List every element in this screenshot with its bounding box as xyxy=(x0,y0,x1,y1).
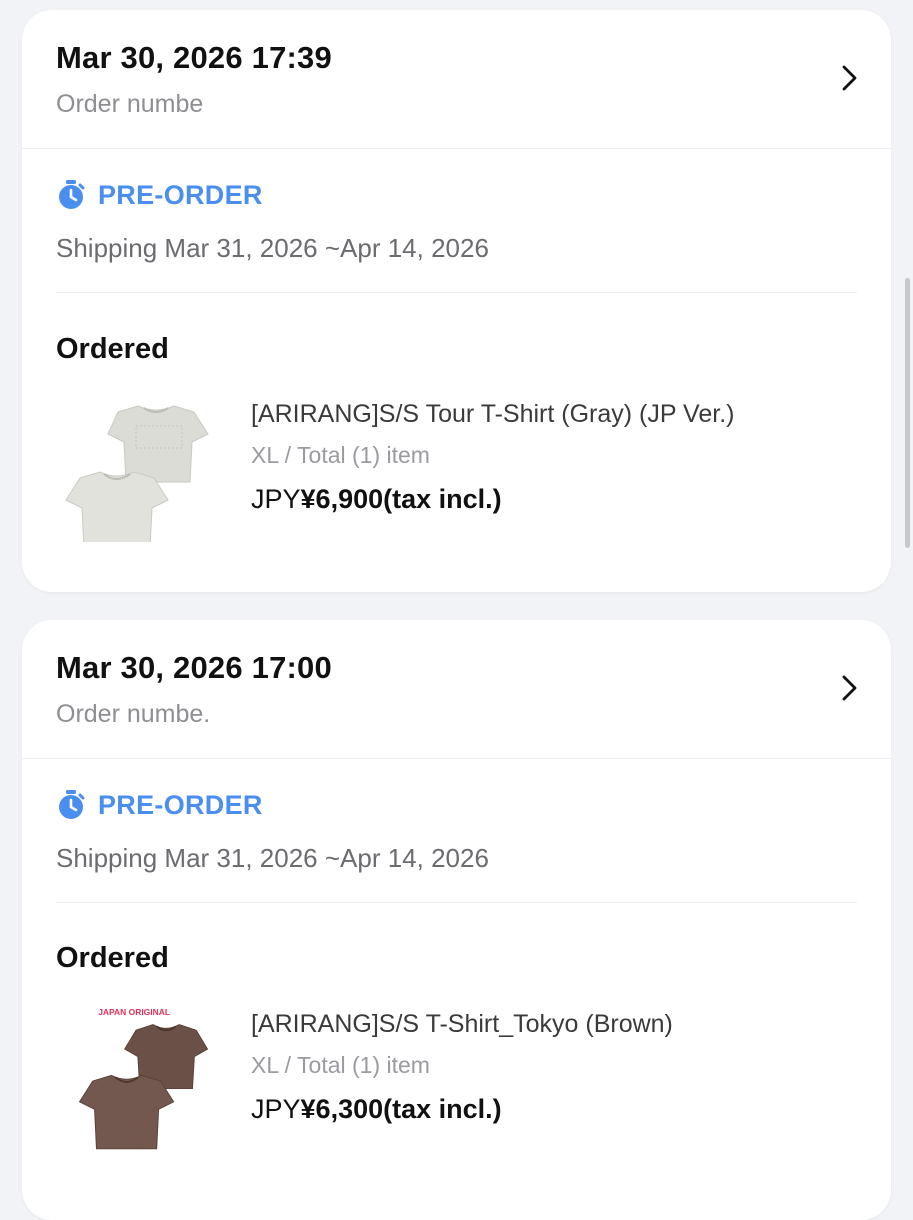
ordered-heading: Ordered xyxy=(56,942,169,974)
currency-label: JPY xyxy=(251,1094,301,1124)
gray-tshirt-image[interactable] xyxy=(56,382,216,542)
order-date: Mar 30, 2026 17:39 xyxy=(56,40,332,75)
pre-order-badge: PRE-ORDER xyxy=(98,179,263,210)
order-header[interactable]: Mar 30, 2026 17:00 Order numbe. xyxy=(22,620,891,759)
pre-order-badge: PRE-ORDER xyxy=(98,789,263,820)
product-price: JPY¥6,300(tax incl.) xyxy=(251,1094,502,1125)
order-number: Order numbe xyxy=(56,90,204,118)
order-card[interactable]: Mar 30, 2026 17:39 Order numbe PRE-ORDER… xyxy=(22,10,891,592)
shipping-dates: Shipping Mar 31, 2026 ~Apr 14, 2026 xyxy=(56,233,489,263)
chevron-right-icon[interactable] xyxy=(835,62,863,94)
stopwatch-icon xyxy=(59,180,85,209)
price-amount: ¥6,900(tax incl.) xyxy=(300,484,502,514)
order-date: Mar 30, 2026 17:00 xyxy=(56,650,332,685)
order-header[interactable]: Mar 30, 2026 17:39 Order numbe xyxy=(22,10,891,149)
currency-label: JPY xyxy=(251,484,301,514)
shipping-status: PRE-ORDER Shipping Mar 31, 2026 ~Apr 14,… xyxy=(56,149,857,293)
japan-original-label: JAPAN ORIGINAL xyxy=(98,1007,170,1017)
order-number: Order numbe. xyxy=(56,700,211,728)
scrollbar-thumb[interactable] xyxy=(905,278,910,548)
shipping-status: PRE-ORDER Shipping Mar 31, 2026 ~Apr 14,… xyxy=(56,759,857,903)
product-name[interactable]: [ARIRANG]S/S Tour T-Shirt (Gray) (JP Ver… xyxy=(251,400,734,429)
product-name[interactable]: [ARIRANG]S/S T-Shirt_Tokyo (Brown) xyxy=(251,1010,673,1039)
price-amount: ¥6,300(tax incl.) xyxy=(300,1094,502,1124)
stopwatch-icon xyxy=(59,790,85,819)
product-price: JPY¥6,900(tax incl.) xyxy=(251,484,502,515)
chevron-right-icon[interactable] xyxy=(835,672,863,704)
shipping-dates: Shipping Mar 31, 2026 ~Apr 14, 2026 xyxy=(56,843,489,873)
product-variant: XL / Total (1) item xyxy=(251,1052,430,1078)
ordered-heading: Ordered xyxy=(56,333,169,365)
product-variant: XL / Total (1) item xyxy=(251,442,430,468)
brown-tshirt-image[interactable]: JAPAN ORIGINAL xyxy=(56,1002,216,1162)
order-card[interactable]: Mar 30, 2026 17:00 Order numbe. PRE-ORDE… xyxy=(22,620,891,1220)
